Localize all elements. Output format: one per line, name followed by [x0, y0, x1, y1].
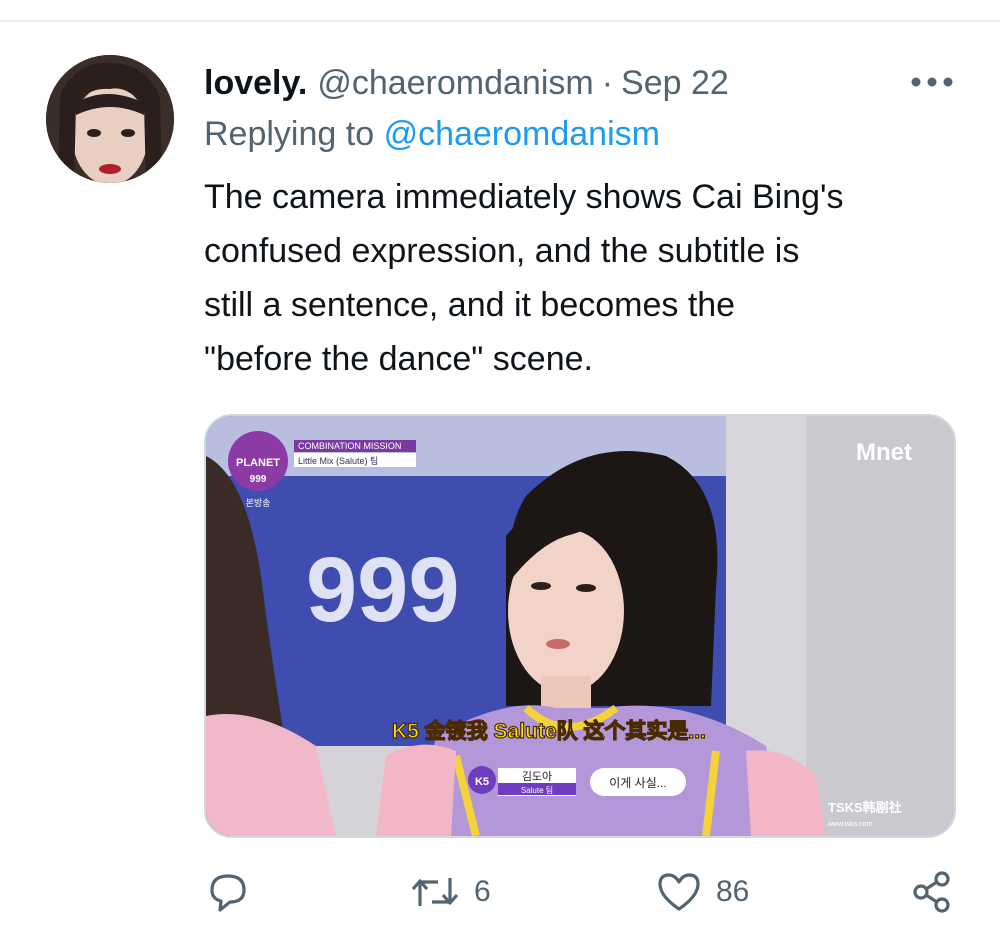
retweet-count: 6	[474, 875, 491, 908]
display-name[interactable]: lovely.	[204, 64, 307, 103]
like-icon	[658, 873, 700, 911]
tweet-text-line: still a sentence, and it becomes the	[204, 286, 736, 324]
header-separator: ·	[601, 63, 614, 102]
mission-subtitle: Little Mix (Salute) 팀	[298, 455, 378, 466]
tweet-text-line: The camera immediately shows Cai Bing's	[204, 178, 844, 216]
tweet-header: lovely. @chaeromdanism · Sep 22	[204, 58, 729, 108]
reply-icon	[210, 874, 246, 912]
show-logo-planet: PLANET	[236, 457, 280, 469]
channel-logo: Mnet	[856, 439, 912, 466]
tweet-media[interactable]: 999 PLANET 999 본방송 COMBINATION MISSION L…	[204, 414, 956, 838]
name-tag-name: 김도아	[522, 770, 552, 783]
like-count: 86	[716, 875, 750, 908]
watermark-main: TSKS韩剧社	[828, 800, 902, 815]
more-icon	[911, 77, 953, 87]
show-logo-number: 999	[250, 474, 267, 485]
top-divider	[0, 0, 1000, 22]
watermark-url: www.tsks.com	[827, 821, 873, 828]
like-button[interactable]: 86	[656, 862, 749, 922]
tweet-text: The camera immediately shows Cai Bing's …	[204, 170, 964, 386]
more-options-button[interactable]	[910, 70, 954, 94]
chinese-subtitle: K5 金镀我 Salute队 这个其实是...	[392, 719, 706, 743]
share-button[interactable]	[910, 862, 954, 922]
mission-title: COMBINATION MISSION	[298, 441, 401, 451]
video-still: 999 PLANET 999 본방송 COMBINATION MISSION L…	[206, 416, 954, 836]
replying-to: Replying to @chaeromdanism	[204, 115, 660, 154]
replying-to-link[interactable]: @chaeromdanism	[384, 115, 660, 153]
show-logo-small: 본방송	[246, 498, 271, 508]
reply-button[interactable]	[206, 862, 264, 922]
retweet-button[interactable]: 6	[410, 862, 491, 922]
share-icon	[913, 871, 950, 913]
korean-subtitle: 이게 사실...	[609, 776, 667, 790]
tweet-text-line: confused expression, and the subtitle is	[204, 232, 800, 270]
name-tag-team: Salute 팀	[521, 785, 553, 795]
tweet-date[interactable]: Sep 22	[621, 64, 729, 103]
backdrop-number: 999	[306, 539, 460, 641]
tweet-text-line: "before the dance" scene.	[204, 340, 593, 378]
avatar-photo	[46, 55, 174, 183]
tweet-actions: 6 86	[0, 862, 1000, 922]
name-tag-code: K5	[475, 776, 489, 788]
user-handle[interactable]: @chaeromdanism	[317, 64, 593, 103]
retweet-icon	[411, 878, 459, 906]
replying-prefix: Replying to	[204, 115, 375, 153]
avatar[interactable]	[46, 55, 174, 183]
